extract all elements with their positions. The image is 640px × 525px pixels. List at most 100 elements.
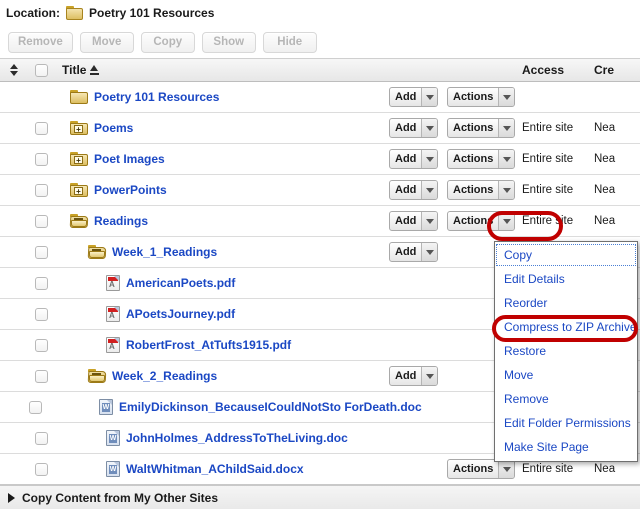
row-title-link[interactable]: JohnHolmes_AddressToTheLiving.doc bbox=[126, 431, 348, 445]
row-title-link[interactable]: WaltWhitman_AChildSaid.docx bbox=[126, 462, 304, 476]
pdf-file-icon: A bbox=[106, 337, 120, 353]
row-checkbox[interactable] bbox=[28, 276, 54, 290]
pdf-file-icon: A bbox=[106, 275, 120, 291]
column-header-created[interactable]: Cre bbox=[594, 63, 640, 77]
menu-item-copy[interactable]: Copy bbox=[495, 243, 637, 267]
folder-collapsed-icon[interactable]: + bbox=[70, 121, 88, 135]
row-checkbox[interactable] bbox=[28, 245, 54, 259]
folder-expanded-icon[interactable] bbox=[87, 369, 107, 383]
row-checkbox[interactable] bbox=[28, 338, 54, 352]
menu-item-remove[interactable]: Remove bbox=[495, 387, 637, 411]
triangle-right-icon[interactable] bbox=[8, 492, 15, 503]
row-title-link[interactable]: AmericanPoets.pdf bbox=[126, 276, 235, 290]
chevron-down-icon[interactable] bbox=[421, 212, 438, 230]
sort-updown-icon[interactable] bbox=[0, 64, 28, 76]
actions-dropdown-button[interactable]: Actions bbox=[447, 149, 516, 169]
table-row[interactable]: + Poet Images Add Actions Entire site Nea bbox=[0, 144, 640, 175]
row-title-link[interactable]: Poems bbox=[94, 121, 133, 135]
row-title-link[interactable]: Week_2_Readings bbox=[112, 369, 217, 383]
row-access-value: Entire site bbox=[522, 153, 574, 165]
add-dropdown-button[interactable]: Add bbox=[389, 242, 439, 262]
chevron-down-icon[interactable] bbox=[421, 119, 438, 137]
actions-dropdown-button[interactable]: Actions bbox=[447, 87, 516, 107]
folder-collapsed-icon[interactable]: + bbox=[70, 152, 88, 166]
row-checkbox[interactable] bbox=[28, 307, 54, 321]
row-access-value: Entire site bbox=[522, 463, 574, 475]
menu-item-restore[interactable]: Restore bbox=[495, 339, 637, 363]
table-row[interactable]: Readings Add Actions Entire site Nea bbox=[0, 206, 640, 237]
row-checkbox[interactable] bbox=[28, 462, 54, 476]
chevron-down-icon[interactable] bbox=[421, 150, 438, 168]
add-dropdown-button[interactable]: Add bbox=[389, 149, 439, 169]
row-title-link[interactable]: EmilyDickinson_BecauseICouldNotSto ForDe… bbox=[119, 400, 422, 414]
chevron-down-icon[interactable] bbox=[498, 181, 515, 199]
row-checkbox[interactable] bbox=[28, 183, 54, 197]
row-title-link[interactable]: APoetsJourney.pdf bbox=[126, 307, 235, 321]
row-created-value: Nea bbox=[594, 122, 616, 134]
row-title-link[interactable]: Readings bbox=[94, 214, 148, 228]
add-dropdown-button[interactable]: Add bbox=[389, 366, 439, 386]
row-created-value: Nea bbox=[594, 184, 616, 196]
menu-item-edit-folder-permissions[interactable]: Edit Folder Permissions bbox=[495, 411, 637, 435]
row-title-link[interactable]: Poetry 101 Resources bbox=[94, 90, 219, 104]
row-checkbox[interactable] bbox=[28, 152, 54, 166]
folder-expanded-icon[interactable] bbox=[87, 245, 107, 259]
column-header-access[interactable]: Access bbox=[522, 63, 594, 77]
copy-content-section[interactable]: Copy Content from My Other Sites bbox=[0, 485, 640, 509]
add-dropdown-button[interactable]: Add bbox=[389, 211, 439, 231]
menu-item-compress-to-zip-archive[interactable]: Compress to ZIP Archive bbox=[495, 315, 637, 339]
chevron-down-icon[interactable] bbox=[421, 367, 438, 385]
actions-dropdown-button[interactable]: Actions bbox=[447, 118, 516, 138]
resources-page: Location: Poetry 101 Resources Remove Mo… bbox=[0, 0, 640, 525]
menu-item-move[interactable]: Move bbox=[495, 363, 637, 387]
row-title-link[interactable]: RobertFrost_AtTufts1915.pdf bbox=[126, 338, 291, 352]
select-all-checkbox[interactable] bbox=[28, 63, 54, 77]
add-dropdown-button[interactable]: Add bbox=[389, 180, 439, 200]
chevron-down-icon[interactable] bbox=[421, 88, 438, 106]
location-label: Location: bbox=[6, 6, 60, 20]
show-button[interactable]: Show bbox=[201, 31, 256, 53]
add-dropdown-button[interactable]: Add bbox=[389, 118, 439, 138]
table-row[interactable]: Poetry 101 Resources Add Actions bbox=[0, 82, 640, 113]
row-checkbox[interactable] bbox=[28, 121, 54, 135]
toolbar: Remove Move Copy Show Hide bbox=[0, 26, 640, 58]
actions-dropdown-button[interactable]: Actions bbox=[447, 180, 516, 200]
chevron-down-icon[interactable] bbox=[498, 212, 515, 230]
actions-dropdown-button[interactable]: Actions bbox=[447, 459, 516, 479]
column-header-title[interactable]: Title bbox=[54, 63, 389, 77]
menu-item-reorder[interactable]: Reorder bbox=[495, 291, 637, 315]
chevron-down-icon[interactable] bbox=[421, 181, 438, 199]
row-checkbox[interactable] bbox=[28, 431, 54, 445]
copy-button[interactable]: Copy bbox=[140, 31, 195, 53]
actions-dropdown-button[interactable]: Actions bbox=[447, 211, 516, 231]
row-access-value: Entire site bbox=[522, 122, 574, 134]
chevron-down-icon[interactable] bbox=[498, 88, 515, 106]
table-row[interactable]: + PowerPoints Add Actions Entire site Nea bbox=[0, 175, 640, 206]
folder-icon bbox=[70, 90, 88, 104]
menu-item-edit-details[interactable]: Edit Details bbox=[495, 267, 637, 291]
actions-dropdown-menu[interactable]: Copy Edit Details Reorder Compress to ZIP A… bbox=[494, 241, 638, 462]
add-dropdown-button[interactable]: Add bbox=[389, 87, 439, 107]
chevron-down-icon[interactable] bbox=[498, 150, 515, 168]
row-checkbox[interactable] bbox=[24, 400, 47, 414]
row-title-link[interactable]: PowerPoints bbox=[94, 183, 167, 197]
remove-button[interactable]: Remove bbox=[8, 31, 73, 53]
menu-item-make-site-page[interactable]: Make Site Page bbox=[495, 435, 637, 459]
word-file-icon: W bbox=[106, 430, 120, 446]
table-row[interactable]: + Poems Add Actions Entire site Nea bbox=[0, 113, 640, 144]
row-access-value: Entire site bbox=[522, 215, 574, 227]
row-created-value: Nea bbox=[594, 153, 616, 165]
sort-ascending-icon[interactable] bbox=[90, 65, 100, 75]
chevron-down-icon[interactable] bbox=[421, 243, 438, 261]
move-button[interactable]: Move bbox=[79, 31, 134, 53]
row-checkbox[interactable] bbox=[28, 214, 54, 228]
hide-button[interactable]: Hide bbox=[262, 31, 317, 53]
chevron-down-icon[interactable] bbox=[498, 460, 515, 478]
folder-expanded-icon[interactable] bbox=[69, 214, 89, 228]
row-title-link[interactable]: Poet Images bbox=[94, 152, 165, 166]
row-title-link[interactable]: Week_1_Readings bbox=[112, 245, 217, 259]
folder-collapsed-icon[interactable]: + bbox=[70, 183, 88, 197]
row-checkbox[interactable] bbox=[28, 369, 54, 383]
chevron-down-icon[interactable] bbox=[498, 119, 515, 137]
location-folder-name: Poetry 101 Resources bbox=[89, 6, 215, 20]
